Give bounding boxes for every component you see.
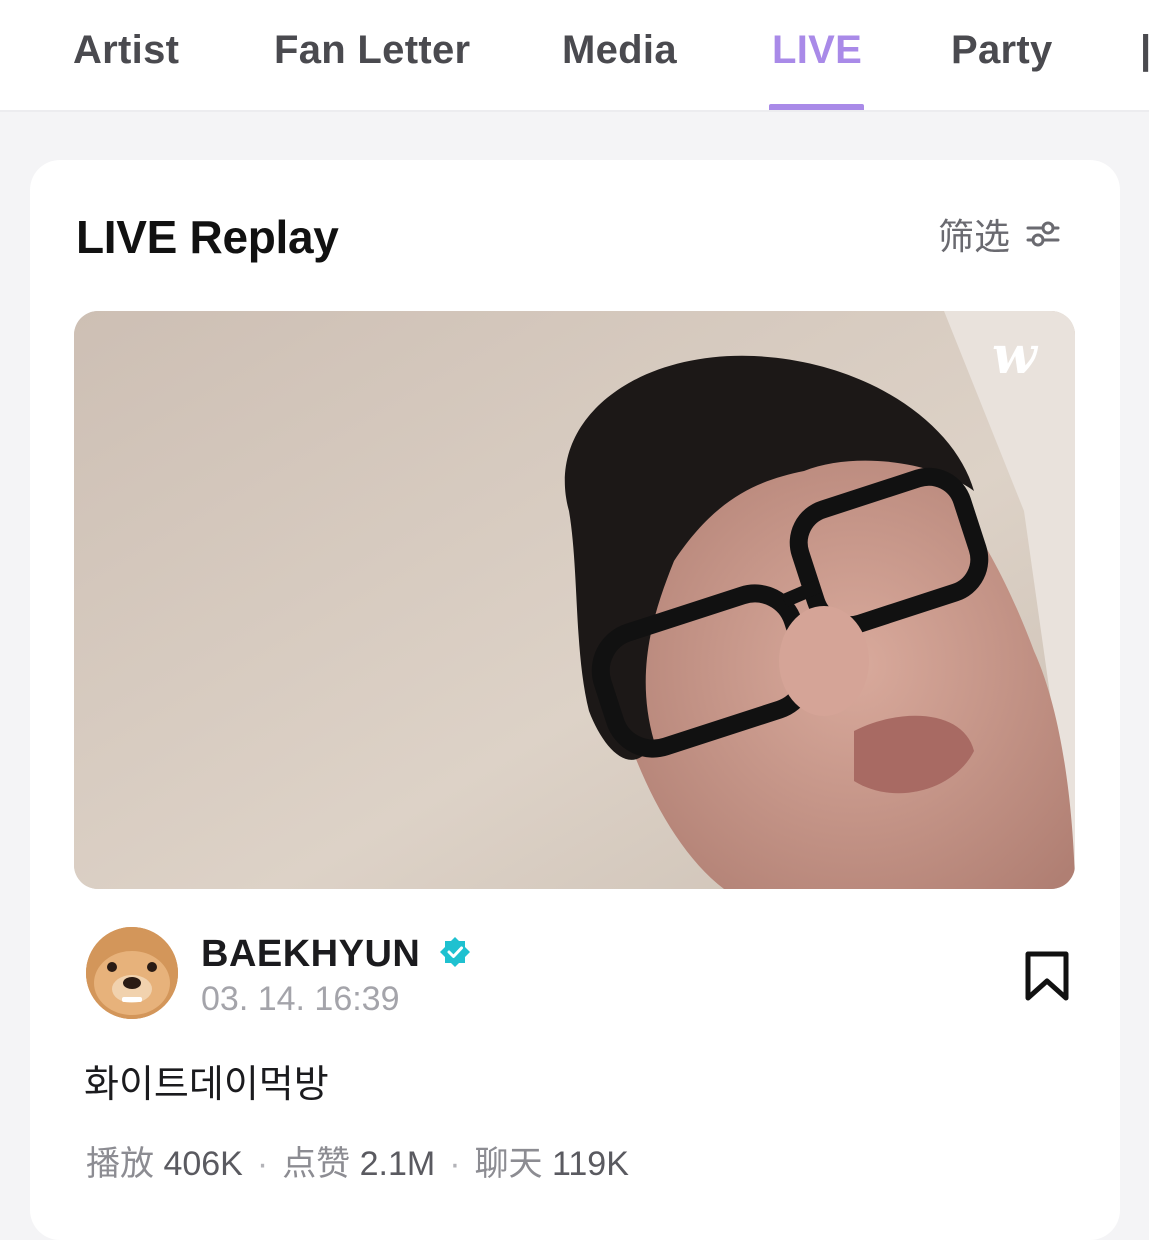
filter-label: 筛选 (938, 216, 1011, 257)
likes-count: 2.1M (359, 1145, 436, 1183)
tab-party[interactable]: Party (951, 28, 1053, 73)
verified-badge-icon (440, 937, 470, 967)
dog-avatar-image (86, 927, 178, 1019)
chats-label: 聊天 (474, 1145, 543, 1183)
sliders-icon (1026, 221, 1060, 247)
bookmark-icon[interactable] (1024, 950, 1070, 1002)
filter-button[interactable]: 筛选 (938, 212, 1060, 257)
weverse-watermark: w (992, 325, 1039, 386)
active-tab-indicator (769, 104, 864, 110)
live-date: 03. 14. 16:39 (201, 980, 400, 1018)
artist-name[interactable]: BAEKHYUN (201, 933, 420, 976)
live-thumbnail[interactable]: w (74, 311, 1075, 889)
tab-overflow-partial[interactable]: | (1140, 28, 1149, 73)
stats-separator: · (449, 1145, 461, 1183)
tab-artist[interactable]: Artist (73, 28, 179, 73)
thumbnail-image: w (74, 311, 1075, 889)
likes-label: 点赞 (282, 1145, 351, 1183)
live-stats: 播放 406K · 点赞 2.1M · 聊天 119K (86, 1136, 629, 1185)
artist-avatar[interactable] (86, 927, 178, 1019)
section-title: LIVE Replay (76, 211, 339, 263)
chats-count: 119K (552, 1145, 629, 1183)
tab-media[interactable]: Media (562, 28, 677, 73)
live-replay-card: LIVE Replay 筛选 w BAEKHYUN 03. 14. 16:39 … (30, 160, 1120, 1240)
live-title[interactable]: 화이트데이먹방 (84, 1053, 329, 1108)
top-navigation: Artist Fan Letter Media LIVE Party | (0, 0, 1149, 112)
tab-fan-letter[interactable]: Fan Letter (274, 28, 470, 73)
plays-label: 播放 (86, 1145, 154, 1183)
tab-live[interactable]: LIVE (772, 28, 862, 73)
plays-count: 406K (163, 1145, 243, 1183)
stats-separator: · (256, 1145, 269, 1183)
